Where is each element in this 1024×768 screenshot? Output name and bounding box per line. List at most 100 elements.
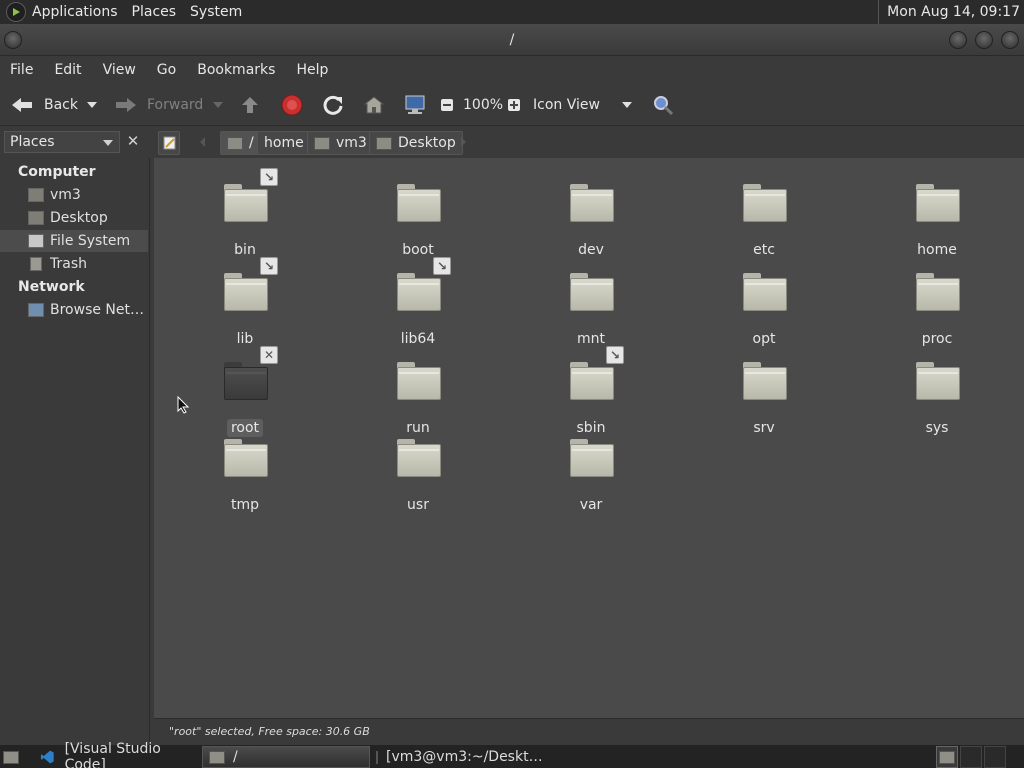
folder-item[interactable]: dev (531, 172, 651, 258)
sidebar-places-select[interactable]: Places (4, 131, 120, 153)
menu-bar: File Edit View Go Bookmarks Help (0, 56, 1024, 84)
folder-icon (397, 439, 441, 477)
desktop-folder-icon (28, 211, 44, 225)
folder-icon (224, 362, 268, 400)
crumb-home[interactable]: home (257, 131, 311, 155)
menu-help[interactable]: Help (296, 62, 328, 78)
forward-history-dropdown[interactable] (212, 84, 224, 126)
sidebar-header: Places ✕ (2, 129, 148, 155)
folder-item[interactable]: ↘ lib64 (358, 257, 478, 347)
folder-item[interactable]: run (358, 350, 478, 436)
folder-icon (397, 184, 441, 222)
toolbar: Back Forward 100% Icon View (0, 84, 1024, 126)
folder-label: sys (925, 420, 949, 436)
folder-item[interactable]: boot (358, 172, 478, 258)
close-button[interactable] (1001, 31, 1019, 49)
folder-icon (743, 273, 787, 311)
workspace-2[interactable] (960, 746, 982, 768)
crumb-vm3-label: vm3 (336, 135, 367, 151)
path-scroll-left-icon[interactable] (200, 137, 205, 147)
sidebar-item-file-system[interactable]: File System (0, 230, 148, 252)
zoom-out-icon (441, 99, 453, 111)
menu-file[interactable]: File (10, 62, 33, 78)
file-view[interactable]: ↘ bin boot dev etc home ↘ lib ↘ lib64 mn… (154, 158, 1024, 718)
up-button[interactable] (240, 84, 260, 126)
task-file-manager[interactable]: / (202, 746, 370, 768)
reload-button[interactable] (322, 84, 344, 126)
workspace-3[interactable] (984, 746, 1006, 768)
maximize-button[interactable] (975, 31, 993, 49)
folder-icon (570, 362, 614, 400)
edit-location-icon (163, 136, 176, 150)
folder-item[interactable]: ↘ bin (185, 168, 305, 258)
sidebar-item-label: Trash (50, 256, 87, 272)
sidebar: Computer vm3 Desktop File System Trash N… (0, 158, 150, 744)
task-visual-studio-code[interactable]: [Visual Studio Code] (34, 741, 194, 768)
folder-icon (916, 362, 960, 400)
applications-menu[interactable]: Applications (32, 4, 118, 20)
sidebar-item-vm3[interactable]: vm3 (0, 184, 148, 206)
folder-item-selected[interactable]: ✕ root (185, 346, 305, 437)
path-scroll-right-icon[interactable] (461, 137, 466, 147)
edit-location-button[interactable] (158, 131, 180, 155)
folder-item[interactable]: usr (358, 427, 478, 513)
crumb-desktop[interactable]: Desktop (369, 131, 463, 155)
window-title-bar[interactable]: / (0, 24, 1024, 56)
folder-item[interactable]: etc (704, 172, 824, 258)
computer-button[interactable] (403, 84, 427, 126)
folder-icon (209, 750, 225, 764)
task-label: [Visual Studio Code] (64, 741, 161, 768)
crumb-desktop-label: Desktop (398, 135, 456, 151)
back-history-dropdown[interactable] (86, 84, 98, 126)
folder-item[interactable]: mnt (531, 261, 651, 347)
search-button[interactable] (652, 84, 674, 126)
forward-button[interactable]: Forward (114, 84, 203, 126)
sidebar-item-browse-network[interactable]: Browse Net… (0, 299, 148, 321)
top-panel: Applications Places System Mon Aug 14, 0… (0, 0, 1024, 24)
home-button[interactable] (363, 84, 385, 126)
folder-item[interactable]: proc (877, 261, 997, 347)
task-terminal[interactable]: [vm3@vm3:~/Deskt… (370, 746, 543, 768)
sidebar-item-desktop[interactable]: Desktop (0, 207, 148, 229)
sidebar-close-button[interactable]: ✕ (122, 131, 144, 153)
menu-view[interactable]: View (103, 62, 136, 78)
distro-logo-icon[interactable] (6, 2, 26, 22)
folder-icon (224, 184, 268, 222)
menu-go[interactable]: Go (157, 62, 176, 78)
folder-label: bin (234, 242, 256, 258)
window-title: / (509, 32, 515, 48)
zoom-out-button[interactable] (440, 84, 454, 126)
zoom-in-button[interactable] (507, 84, 521, 126)
crumb-root[interactable]: / (220, 131, 261, 155)
folder-label: opt (752, 331, 776, 347)
menu-edit[interactable]: Edit (54, 62, 81, 78)
symlink-emblem-icon: ↘ (260, 257, 278, 275)
folder-item[interactable]: var (531, 427, 651, 513)
folder-item[interactable]: ↘ sbin (531, 346, 651, 436)
crumb-vm3[interactable]: vm3 (307, 131, 374, 155)
minimize-button[interactable] (949, 31, 967, 49)
system-menu[interactable]: System (190, 4, 242, 20)
places-menu[interactable]: Places (132, 4, 177, 20)
zoom-level[interactable]: 100% (463, 84, 503, 126)
sidebar-item-trash[interactable]: Trash (0, 253, 148, 275)
forward-arrow-icon (116, 98, 136, 112)
folder-item[interactable]: ↘ lib (185, 257, 305, 347)
menu-bookmarks[interactable]: Bookmarks (197, 62, 275, 78)
show-desktop-button[interactable] (0, 746, 19, 768)
stop-button[interactable] (281, 84, 303, 126)
folder-icon (743, 362, 787, 400)
folder-item[interactable]: home (877, 172, 997, 258)
chevron-down-icon (622, 102, 632, 108)
folder-label: boot (402, 242, 434, 258)
clock[interactable]: Mon Aug 14, 09:17 (878, 0, 1020, 24)
symlink-emblem-icon: ↘ (606, 346, 624, 364)
view-mode-select[interactable]: Icon View (533, 84, 639, 126)
folder-label: etc (753, 242, 775, 258)
folder-item[interactable]: sys (877, 350, 997, 436)
folder-item[interactable]: tmp (185, 427, 305, 513)
workspace-1[interactable] (936, 746, 958, 768)
folder-item[interactable]: opt (704, 261, 824, 347)
folder-item[interactable]: srv (704, 350, 824, 436)
back-button[interactable]: Back (10, 84, 78, 126)
